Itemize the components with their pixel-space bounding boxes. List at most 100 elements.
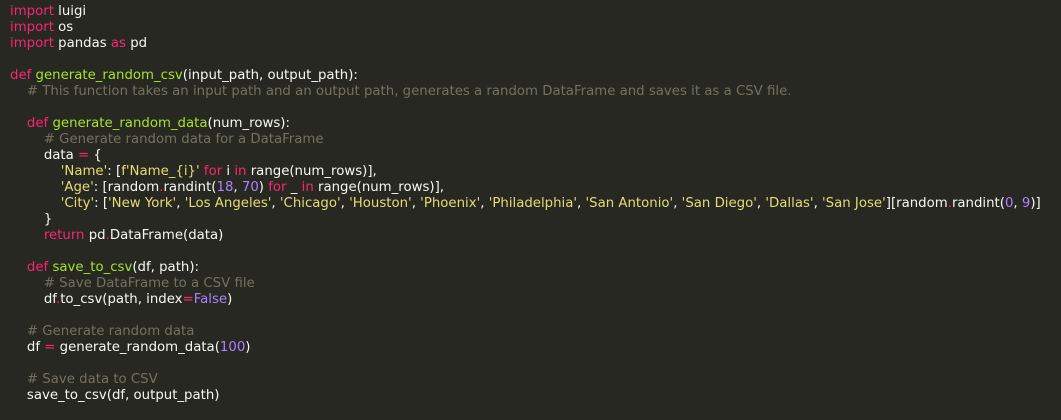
code-token: # Save DataFrame to a CSV file <box>10 276 255 291</box>
code-token: import <box>10 4 54 19</box>
code-line: df.to_csv(path, index=False) <box>10 292 1061 308</box>
code-token: randint( <box>163 180 217 195</box>
code-token: for <box>203 164 223 179</box>
code-token: save_to_csv <box>52 260 133 275</box>
code-token: 'Name' <box>60 164 108 179</box>
code-token: (num_rows): <box>207 116 290 131</box>
code-token: )] <box>1030 196 1041 211</box>
code-token: 'San Antonio' <box>585 196 674 211</box>
code-token: 'Los Angeles' <box>184 196 272 211</box>
code-token: luigi <box>53 4 87 19</box>
code-token: generate_random_data( <box>55 340 220 355</box>
code-token: range(num_rows)], <box>246 164 377 179</box>
code-token: : [ <box>94 196 109 211</box>
code-token: def <box>10 68 36 83</box>
code-token: = <box>44 340 56 355</box>
code-token: { <box>89 148 102 163</box>
code-line: df = generate_random_data(100) <box>10 340 1061 356</box>
code-token: , <box>176 196 185 211</box>
code-line: return pd.DataFrame(data) <box>10 228 1061 244</box>
code-line: def save_to_csv(df, path): <box>10 260 1061 276</box>
code-token: 'Dallas' <box>765 196 814 211</box>
code-token: 'Chicago' <box>279 196 341 211</box>
code-line: 'Age': [random.randint(18, 70) for _ in … <box>10 180 1061 196</box>
code-token: , <box>340 196 350 211</box>
code-line: # This function takes an input path and … <box>10 84 1061 100</box>
code-line: # Generate random data <box>10 324 1061 340</box>
code-token: # This function takes an input path and … <box>10 84 792 99</box>
code-token: df <box>10 340 45 355</box>
code-token: f'Name_{i}' <box>121 164 200 179</box>
code-token: ][random <box>885 196 948 211</box>
code-token: ) <box>245 340 251 355</box>
code-line: save_to_csv(df, output_path) <box>10 388 1061 404</box>
code-token: range(num_rows)], <box>313 180 444 195</box>
code-token: : [ <box>107 164 122 179</box>
code-token: : [random <box>93 180 160 195</box>
code-token: os <box>53 20 74 35</box>
code-line: def generate_random_data(num_rows): <box>10 116 1061 132</box>
code-token: = <box>182 292 194 307</box>
code-token: as <box>110 36 126 51</box>
code-token: # Generate random data <box>10 324 195 339</box>
code-token: , <box>577 196 586 211</box>
code-token: pd <box>125 36 148 51</box>
code-token: 'City' <box>60 196 95 211</box>
code-token: = <box>78 148 90 163</box>
code-line: # Save DataFrame to a CSV file <box>10 276 1061 292</box>
code-token: in <box>234 164 247 179</box>
code-token: pd <box>84 228 106 243</box>
code-line: data = { <box>10 148 1061 164</box>
code-token: randint( <box>951 196 1005 211</box>
code-token: (input_path, output_path): <box>182 68 358 83</box>
code-token: 'New York' <box>108 196 177 211</box>
code-token: import <box>10 20 54 35</box>
code-token: , <box>411 196 421 211</box>
code-token: ) <box>258 180 269 195</box>
code-token: generate_random_csv <box>35 68 183 83</box>
code-token: 'San Jose' <box>822 196 886 211</box>
code-token: 'Phoenix' <box>420 196 481 211</box>
code-token: 'Age' <box>60 180 94 195</box>
code-line: # Generate random data for a DataFrame <box>10 132 1061 148</box>
code-token: False <box>193 292 228 307</box>
code-line: # Save data to CSV <box>10 372 1061 388</box>
code-token: , <box>673 196 682 211</box>
code-token: def <box>26 116 53 131</box>
code-token: DataFrame(data) <box>109 228 224 243</box>
code-token: import <box>10 36 54 51</box>
code-token: def <box>26 260 53 275</box>
code-token: , <box>233 180 242 195</box>
code-token: , <box>480 196 489 211</box>
code-editor[interactable]: import luigi import os import pandas as pd… <box>0 0 1061 420</box>
code-token: return <box>43 228 85 243</box>
code-token: _ <box>286 180 302 195</box>
code-block[interactable]: import luigi import os import pandas as pd… <box>10 4 1061 404</box>
code-token: in <box>301 180 314 195</box>
code-token: , <box>271 196 280 211</box>
code-line: import pandas as pd <box>10 36 1061 52</box>
code-token: 'Philadelphia' <box>488 196 578 211</box>
code-token: 70 <box>241 180 259 195</box>
code-token: , <box>813 196 823 211</box>
code-token: 18 <box>216 180 234 195</box>
code-token: i <box>222 164 235 179</box>
code-line: 'City': ['New York', 'Los Angeles', 'Chi… <box>10 196 1061 212</box>
code-line: import os <box>10 20 1061 36</box>
code-token: to_csv(path, index <box>60 292 183 307</box>
code-token: for <box>268 180 287 195</box>
code-token: # Generate random data for a DataFrame <box>10 132 324 147</box>
code-token: data <box>10 148 78 163</box>
code-token: 'San Diego' <box>681 196 757 211</box>
